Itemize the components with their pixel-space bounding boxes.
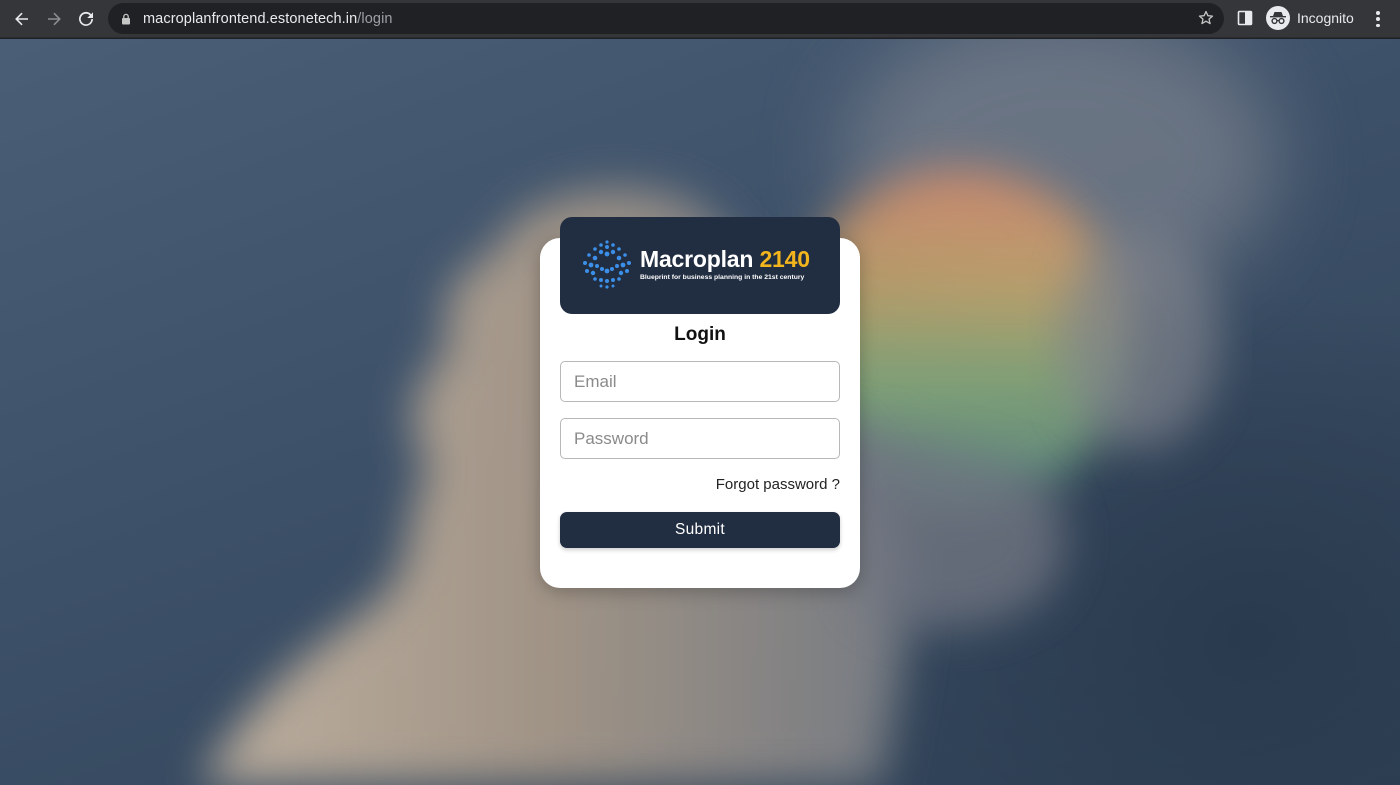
profile-button[interactable]: Incognito [1266,6,1354,30]
password-field[interactable] [560,418,840,459]
forward-arrow-icon[interactable] [38,3,70,35]
brand-logo-panel: Macroplan 2140 Blueprint for business pl… [560,217,840,314]
back-arrow-icon[interactable] [6,3,38,35]
email-field[interactable] [560,361,840,402]
forgot-password-link[interactable]: Forgot password ? [560,476,840,493]
brand-year: 2140 [759,246,810,272]
address-url[interactable]: macroplanfrontend.estonetech.in/login [143,11,393,27]
profile-label: Incognito [1297,10,1354,26]
address-bar[interactable]: macroplanfrontend.estonetech.in/login [108,3,1224,34]
reload-icon[interactable] [70,3,102,35]
brand-tagline: Blueprint for business planning in the 2… [640,274,805,281]
brand-title: Macroplan 2140 [640,246,810,273]
url-path: /login [357,10,393,27]
login-title: Login [674,324,726,345]
lock-icon [122,13,130,24]
side-panel-icon[interactable] [1237,10,1253,26]
incognito-icon [1266,6,1290,30]
url-host: macroplanfrontend.estonetech.in [143,10,358,27]
star-icon[interactable] [1198,10,1214,26]
submit-button[interactable]: Submit [560,512,840,548]
browser-toolbar: macroplanfrontend.estonetech.in/login In… [0,0,1400,38]
brand-logo-icon [583,240,631,289]
more-vert-icon[interactable] [1370,9,1386,29]
brand-name: Macroplan [640,246,754,272]
